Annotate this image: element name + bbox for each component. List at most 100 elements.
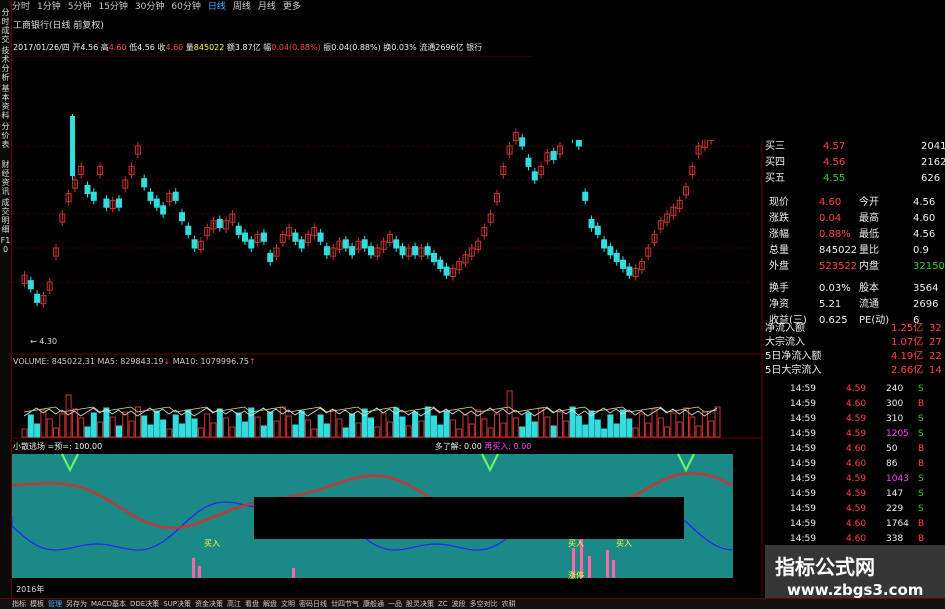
bottom-tab-3[interactable]: 另存为 — [66, 599, 87, 609]
volume-bar — [557, 411, 563, 438]
bottom-tab-6[interactable]: SUP决策 — [163, 599, 191, 609]
indicator-spike — [292, 568, 295, 578]
volume-bar — [160, 419, 167, 438]
candle-body — [323, 246, 330, 256]
volume-bar — [695, 425, 702, 438]
bottom-tab-17[interactable]: ZC — [438, 599, 448, 609]
orderbook-row: 买三 4.57 2041 — [765, 141, 945, 152]
indicator-spike — [612, 560, 615, 578]
orderbook-row: 买四 4.56 2162 — [765, 157, 945, 168]
orderbook-row: 总量 845022 量比 0.9 — [769, 245, 929, 256]
candle-body — [607, 246, 614, 256]
bottom-tab-0[interactable]: 指标 — [12, 599, 26, 609]
timeframe-9[interactable]: 更多 — [283, 0, 301, 14]
bottom-tab-18[interactable]: 波段 — [452, 599, 466, 609]
volume-bar — [21, 428, 28, 438]
left-tab-2[interactable]: 基本资料 — [0, 84, 11, 120]
orderbook-row: 涨跌 0.04 最高 4.60 — [769, 213, 936, 224]
bottom-tab-2[interactable]: 管理 — [48, 599, 62, 609]
candle-body — [260, 232, 267, 242]
volume-bar — [260, 425, 267, 438]
volume-bar — [645, 422, 652, 438]
volume-bar — [607, 414, 614, 438]
volume-bar — [40, 409, 47, 438]
left-tab-6[interactable]: F10 — [0, 236, 11, 254]
tick-row: 14:59 4.59 1205 S — [790, 429, 924, 439]
candle-body — [242, 232, 248, 242]
left-tab-0[interactable]: 分时成交 — [0, 8, 11, 44]
timeframe-6[interactable]: 日线 — [208, 0, 226, 14]
timeframe-2[interactable]: 5分钟 — [68, 0, 92, 14]
timeframe-7[interactable]: 周线 — [233, 0, 251, 14]
bottom-tab-4[interactable]: MACD基本 — [91, 599, 126, 609]
candle-body — [393, 239, 400, 249]
bottom-tab-8[interactable]: 高江 — [227, 599, 241, 609]
orderbook-row: 外盘 523522 内盘 32150 — [769, 261, 945, 272]
candle-body — [443, 266, 450, 276]
timeframe-0[interactable]: 分时 — [12, 0, 30, 14]
candle-body — [412, 246, 419, 256]
bottom-tab-13[interactable]: 廿四节气 — [331, 599, 359, 609]
tick-row: 14:59 4.59 147 S — [790, 489, 924, 499]
bottom-tab-19[interactable]: 多空对比 — [470, 599, 498, 609]
volume-bar — [311, 428, 318, 438]
bottom-tab-5[interactable]: DDE决策 — [130, 599, 159, 609]
candle-body — [179, 212, 185, 222]
volume-bar — [267, 411, 274, 438]
volume-bar — [494, 413, 500, 438]
volume-bar — [191, 418, 198, 438]
indicator-value: =预=: 100.00 — [47, 442, 103, 451]
left-tab-4[interactable]: 财经资讯 — [0, 160, 11, 196]
volume-bar — [84, 426, 91, 438]
bottom-tab-15[interactable]: 一品 — [388, 599, 402, 609]
indicator-name: 小散逃场 — [13, 442, 45, 451]
tick-row: 14:59 4.60 300 B — [790, 399, 925, 409]
redaction-block-indicator — [254, 497, 684, 539]
volume-bar — [147, 424, 154, 438]
timeframe-8[interactable]: 月线 — [258, 0, 276, 14]
volume-bar — [563, 420, 570, 438]
bottom-tab-7[interactable]: 资金决策 — [195, 599, 223, 609]
orderbook-row: 净流入额 1.25亿 32 — [765, 323, 942, 334]
bottom-tab-12[interactable]: 密码日线 — [299, 599, 327, 609]
volume-bar — [399, 416, 406, 438]
volume-bar — [254, 416, 261, 438]
bottom-tab-1[interactable]: 模板 — [30, 599, 44, 609]
volume-bar — [229, 426, 236, 438]
volume-bar — [172, 414, 179, 438]
left-tab-1[interactable]: 技术分析 — [0, 46, 11, 82]
volume-bar — [449, 419, 456, 438]
timeframe-1[interactable]: 1分钟 — [37, 0, 61, 14]
candle-body — [153, 198, 160, 208]
orderbook-row: 换手 0.03% 股本 3564 — [769, 283, 939, 294]
bottom-tab-14[interactable]: 康般通 — [363, 599, 384, 609]
candle-body — [34, 293, 41, 303]
left-tab-3[interactable]: 分价表 — [0, 122, 11, 149]
bottom-tab-16[interactable]: 股灵决策 — [406, 599, 434, 609]
timeframe-4[interactable]: 30分钟 — [135, 0, 164, 14]
volume-bar — [525, 412, 532, 438]
bottom-tab-9[interactable]: 看盘 — [245, 599, 259, 609]
orderbook-row: 5日大宗流入 2.66亿 14 — [765, 365, 942, 376]
volume-bar — [708, 420, 715, 438]
candle-body — [368, 246, 374, 256]
timeframe-3[interactable]: 15分钟 — [98, 0, 127, 14]
volume-bar — [689, 416, 696, 438]
volume-bar — [601, 428, 608, 438]
volume-bar — [122, 411, 129, 438]
volume-bar — [330, 409, 337, 438]
volume-bar — [714, 406, 721, 438]
bottom-tab-20[interactable]: 农耕 — [502, 599, 516, 609]
stock-title: 工商银行(日线 前复权) — [13, 21, 104, 31]
bottom-tab-11[interactable]: 文明 — [281, 599, 295, 609]
candle-body — [613, 252, 620, 263]
volume-bar — [235, 412, 242, 438]
candle-body — [90, 191, 97, 201]
timeframe-5[interactable]: 60分钟 — [171, 0, 200, 14]
volume-bar — [292, 424, 299, 438]
bottom-tab-10[interactable]: 解盘 — [263, 599, 277, 609]
indicator-duo: 多了解: 0.00 — [434, 442, 482, 451]
indicator-header: 小散逃场 =预=: 100.00 多了解: 0.00 再买入: 0.00 — [13, 441, 531, 452]
left-tab-5[interactable]: 成交明细 — [0, 198, 11, 234]
candle-body — [620, 259, 626, 269]
